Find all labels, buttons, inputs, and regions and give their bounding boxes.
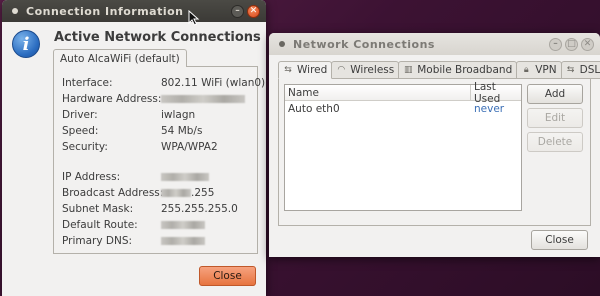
tab-wireless[interactable]: ◠ Wireless	[331, 61, 400, 79]
window-title: Connection Information	[26, 4, 184, 18]
titlebar[interactable]: Network Connections – □ ✕	[269, 33, 600, 55]
info-icon: i	[12, 30, 42, 60]
detail-label: IP Address:	[62, 171, 121, 183]
window-menu-icon[interactable]	[10, 6, 20, 16]
add-button[interactable]: Add	[527, 84, 583, 104]
detail-label: Driver:	[62, 109, 98, 121]
redacted-value	[161, 235, 205, 247]
wired-icon: ⇆	[284, 65, 292, 75]
window-menu-icon[interactable]	[277, 39, 287, 49]
detail-value: 255.255.255.0	[161, 203, 238, 215]
list-header: Name Last Used	[285, 81, 521, 105]
tab-label: Wireless	[350, 64, 395, 76]
connection-type-tabs: ⇆ Wired ◠ Wireless ▥ Mobile Broadband 🔒︎…	[278, 61, 600, 79]
column-header-last-used[interactable]: Last Used	[471, 81, 521, 105]
column-header-name[interactable]: Name	[285, 85, 471, 100]
tab-label: DSL	[579, 64, 600, 76]
maximize-icon[interactable]: □	[565, 37, 578, 51]
detail-value: 54 Mb/s	[161, 125, 203, 137]
tab-connection[interactable]: Auto AlcaWiFi (default)	[53, 49, 187, 67]
detail-value: .255	[161, 187, 214, 199]
mouse-cursor-icon	[188, 10, 200, 26]
detail-label: Interface:	[62, 77, 113, 89]
detail-label: Subnet Mask:	[62, 203, 134, 215]
detail-label: Security:	[62, 141, 108, 153]
mobile-broadband-icon: ▥	[403, 65, 413, 75]
vpn-lock-icon: 🔒︎	[523, 65, 529, 75]
minimize-icon[interactable]: –	[549, 37, 562, 51]
connections-list[interactable]: Name Last Used Auto eth0 never	[284, 81, 522, 211]
tab-label: Mobile Broadband	[417, 64, 513, 76]
tab-dsl[interactable]: ⇆ DSL	[560, 61, 600, 79]
detail-label: Primary DNS:	[62, 235, 133, 247]
detail-label: Hardware Address:	[62, 93, 162, 105]
network-connections-window: Network Connections – □ ✕ ⇆ Wired ◠ Wire…	[269, 33, 600, 257]
titlebar[interactable]: Connection Information – ✕	[2, 0, 266, 22]
detail-label: Default Route:	[62, 219, 138, 231]
close-icon[interactable]: ✕	[581, 37, 594, 51]
redacted-value	[161, 171, 209, 183]
detail-value: WPA/WPA2	[161, 141, 218, 153]
list-item[interactable]: Auto eth0 never	[285, 101, 521, 117]
redacted-value	[161, 219, 205, 231]
connection-last-used: never	[474, 103, 505, 115]
detail-value: 802.11 WiFi (wlan0)	[161, 77, 266, 89]
edit-button[interactable]: Edit	[527, 108, 583, 128]
tab-wired[interactable]: ⇆ Wired	[278, 61, 333, 79]
page-title: Active Network Connections	[54, 30, 261, 45]
wireless-icon: ◠	[337, 65, 346, 75]
minimize-icon[interactable]: –	[231, 4, 244, 18]
close-button[interactable]: Close	[531, 230, 588, 250]
close-icon[interactable]: ✕	[247, 4, 260, 18]
broadcast-suffix: .255	[191, 187, 215, 199]
detail-label: Speed:	[62, 125, 99, 137]
redacted-value	[161, 93, 245, 105]
close-button[interactable]: Close	[199, 266, 256, 286]
tab-label: Wired	[297, 64, 328, 76]
connection-details-panel: Interface: 802.11 WiFi (wlan0) Hardware …	[53, 66, 265, 254]
dsl-icon: ⇆	[566, 65, 575, 75]
detail-value: iwlagn	[161, 109, 196, 121]
wired-panel: Name Last Used Auto eth0 never Add Edit …	[278, 78, 591, 226]
tab-vpn[interactable]: 🔒︎ VPN	[516, 61, 562, 79]
delete-button[interactable]: Delete	[527, 132, 583, 152]
connection-information-window: Connection Information – ✕ i Active Netw…	[2, 0, 266, 296]
window-title: Network Connections	[293, 37, 435, 51]
connection-name: Auto eth0	[288, 103, 340, 115]
tab-label: VPN	[535, 64, 557, 76]
detail-label: Broadcast Address:	[62, 187, 164, 199]
tab-mobile-broadband[interactable]: ▥ Mobile Broadband	[398, 61, 518, 79]
